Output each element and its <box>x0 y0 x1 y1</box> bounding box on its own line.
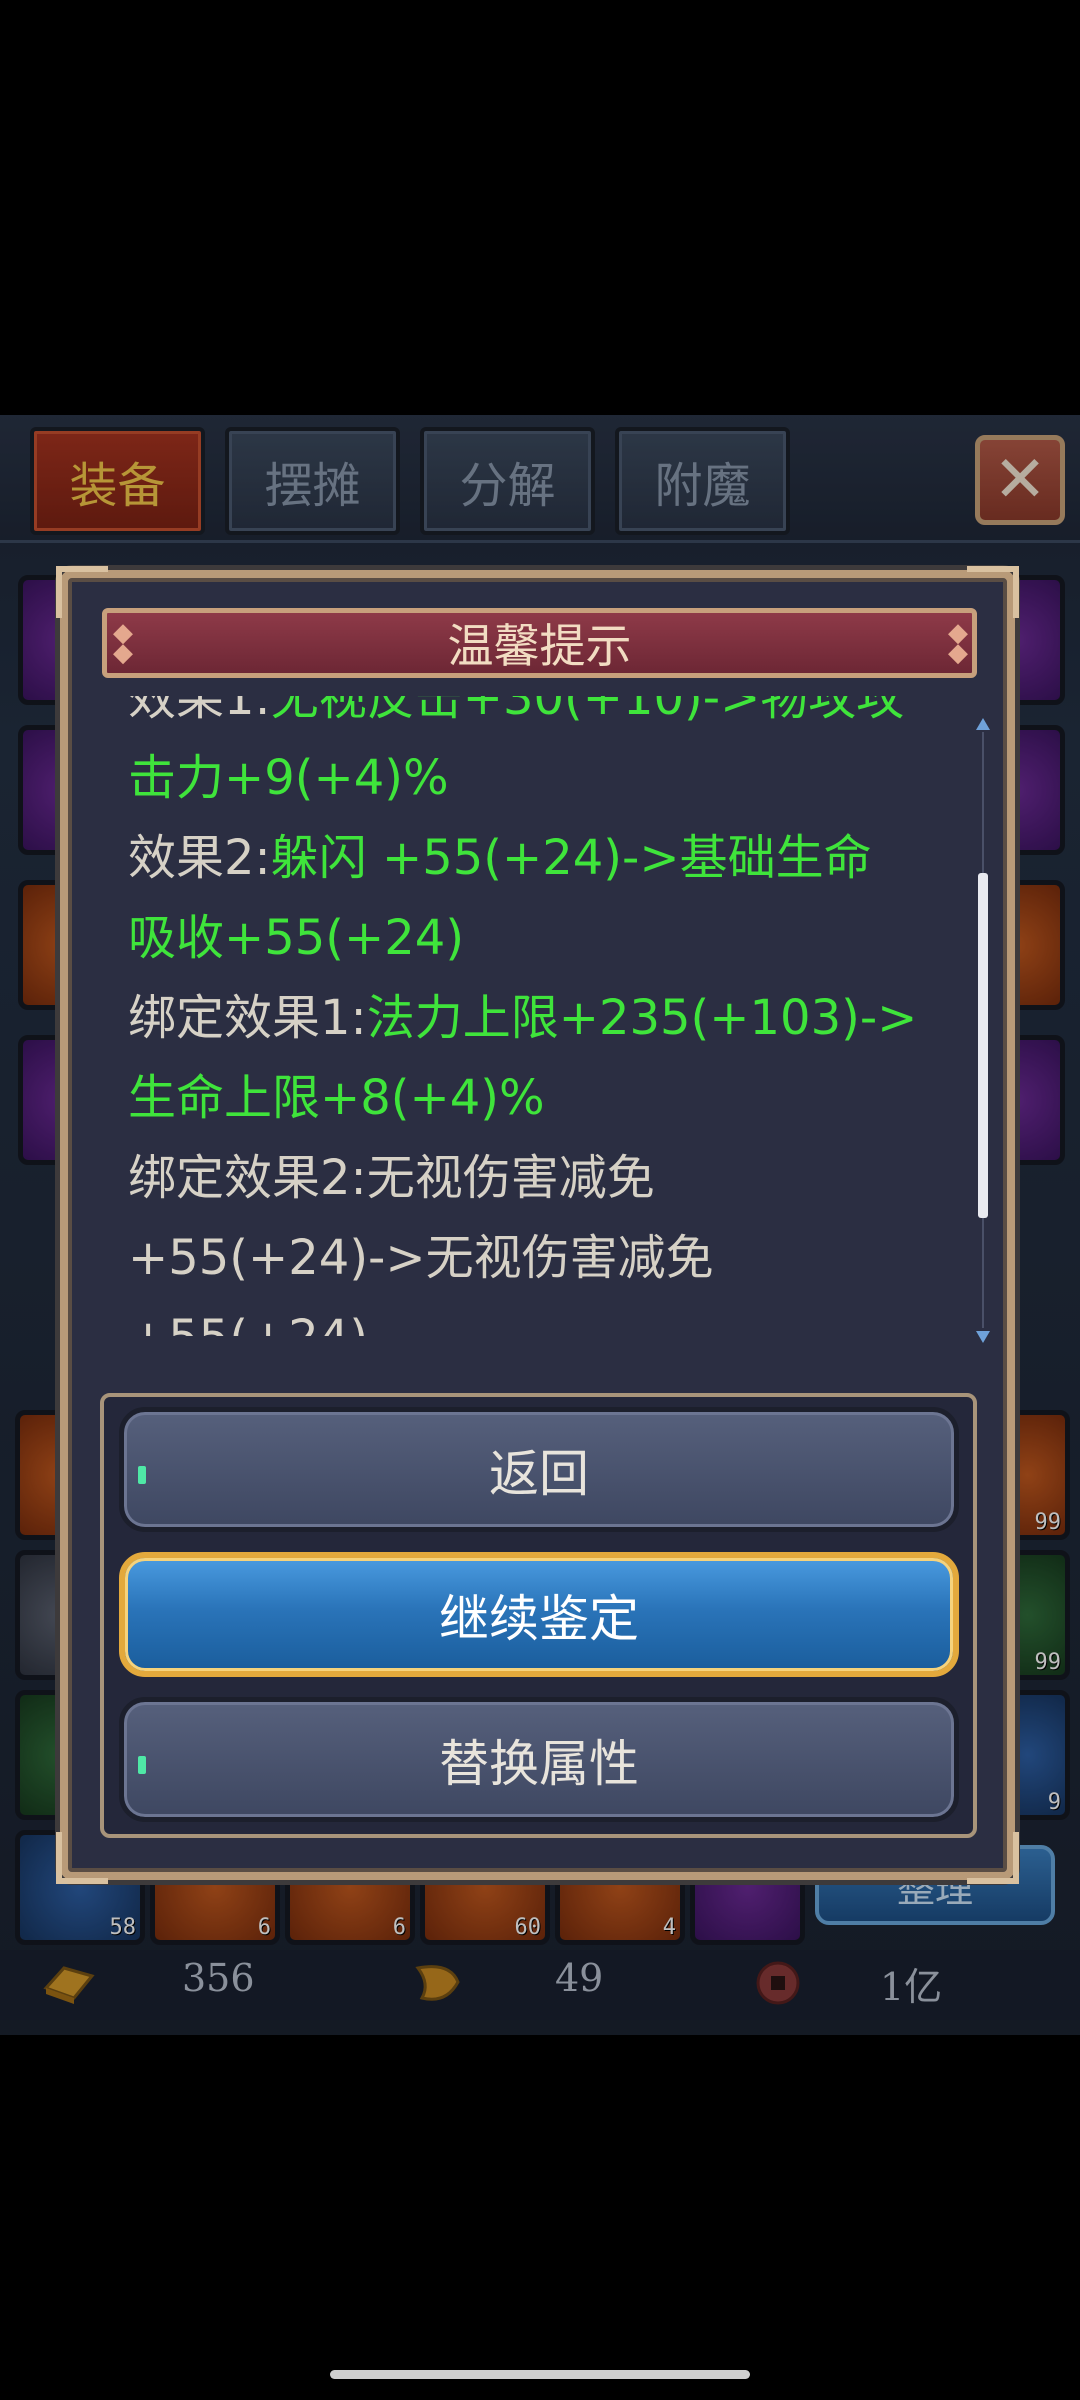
tip-dialog: ◆ ◆ 温馨提示 ◆ ◆ 效果1:无视反击+30(+10)->物攻攻击力+9(+4)… <box>56 566 1019 1884</box>
dialog-corner-ornament <box>967 1832 1019 1884</box>
title-ornament-icon: ◆ ◆ <box>948 618 968 668</box>
message-text: 吸收+55(+24) <box>128 910 465 966</box>
continue-identify-label: 继续鉴定 <box>439 1589 639 1648</box>
message-line: 绑定效果1:法力上限+235(+103)-> <box>128 978 917 1058</box>
message-line: 击力+9(+4)% <box>128 738 449 818</box>
message-text: 击力+9(+4)% <box>128 750 449 806</box>
continue-identify-button[interactable]: 继续鉴定 <box>119 1552 959 1677</box>
message-line: +55(+24)->无视伤害减免 <box>128 1218 714 1298</box>
replace-attributes-button[interactable]: 替换属性 <box>119 1697 959 1822</box>
message-text: 效果2: <box>128 830 271 886</box>
title-ornament-icon: ◆ ◆ <box>113 618 133 668</box>
message-text: 躲闪 +55(+24)-> <box>270 830 680 886</box>
dialog-title: 温馨提示 <box>447 619 632 673</box>
message-text: +55(+24) <box>128 1310 368 1336</box>
button-indicator-icon <box>138 1466 146 1484</box>
dialog-button-group: 返回 继续鉴定 替换属性 <box>100 1393 977 1838</box>
message-text: 法力上限+235(+103)-> <box>366 990 918 1046</box>
message-line: +55(+24) <box>128 1298 368 1336</box>
dialog-title-bar: ◆ ◆ 温馨提示 ◆ ◆ <box>102 608 977 678</box>
message-text: 基础生命 <box>679 830 872 886</box>
message-line: 生命上限+8(+4)% <box>128 1058 545 1138</box>
message-scroll-area[interactable]: 效果1:无视反击+30(+10)->物攻攻击力+9(+4)% 效果2:躲闪 +55… <box>128 696 988 1336</box>
message-text: 绑定效果2:无视伤害减免 <box>128 1150 655 1206</box>
button-indicator-icon <box>138 1756 146 1774</box>
scroll-up-icon[interactable] <box>976 718 990 730</box>
back-button-label: 返回 <box>489 1444 589 1503</box>
message-text: 效果1: <box>128 696 271 726</box>
message-line: 绑定效果2:无视伤害减免 <box>128 1138 655 1218</box>
message-text: 生命上限+8(+4)% <box>128 1070 545 1126</box>
dialog-corner-ornament <box>56 1832 108 1884</box>
message-text: +55(+24)->无视伤害减免 <box>128 1230 714 1286</box>
message-text: 无视反击+30(+10)->物攻攻 <box>270 696 905 726</box>
message-line: 效果1:无视反击+30(+10)->物攻攻 <box>128 696 904 738</box>
scroll-down-icon[interactable] <box>976 1331 990 1343</box>
scrollbar[interactable] <box>976 718 990 1343</box>
message-line: 吸收+55(+24) <box>128 898 464 978</box>
message-line: 效果2:躲闪 +55(+24)->基础生命 <box>128 818 872 898</box>
replace-attributes-label: 替换属性 <box>439 1734 639 1793</box>
back-button[interactable]: 返回 <box>119 1407 959 1532</box>
scroll-thumb[interactable] <box>978 873 988 1218</box>
dialog-corner-ornament <box>56 566 108 618</box>
message-text: 绑定效果1: <box>128 990 367 1046</box>
home-indicator[interactable] <box>330 2370 750 2379</box>
